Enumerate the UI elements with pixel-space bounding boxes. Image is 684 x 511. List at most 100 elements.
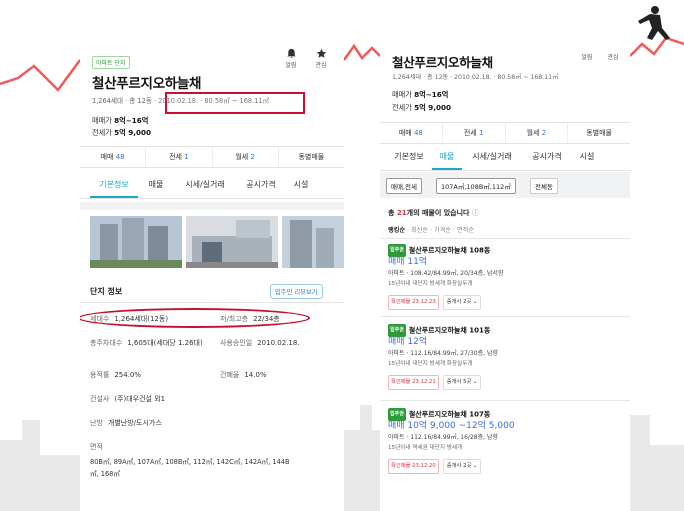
tab-jeonse[interactable]: 전세 1 (443, 123, 506, 143)
resident-review-button[interactable]: 입주민 리뷰보기 (270, 284, 323, 299)
deal-type-tabs: 매매 48 전세 1 월세 2 동별매물 (380, 122, 630, 144)
tab-facilities[interactable]: 시설 (286, 174, 316, 198)
bell-icon (286, 48, 296, 58)
tab-by-building-label: 동별매물 (298, 153, 325, 161)
listing-badge: 입주권 (388, 408, 406, 421)
total-prefix: 총 (388, 209, 397, 217)
filter-chip-building[interactable]: 전체동 (530, 178, 558, 194)
jeonse-price-label: 전세가 (92, 128, 112, 137)
highlight-ellipse (80, 308, 310, 328)
list-divider (380, 316, 630, 317)
listing-detail: 아파트 · 112.16/84.99㎡, 27/30층, 남향 (388, 350, 498, 357)
tab-jeonse-label: 전세 (169, 153, 182, 161)
tab-monthly-count: 2 (541, 129, 547, 137)
jeonse-price-line: 전세가 5억 9,000 (92, 128, 151, 138)
tab-sale[interactable]: 매매 48 (380, 123, 443, 143)
tab-monthly-label: 월세 (235, 153, 249, 161)
tab-sale[interactable]: 매매 48 (80, 147, 147, 167)
help-icon[interactable]: ⓘ (472, 209, 479, 217)
tab-listings[interactable]: 매물 (432, 146, 462, 170)
complex-title: 철산푸르지오하늘채 (392, 55, 493, 70)
listing-detail: 아파트 · 112.16/84.99㎡, 16/28층, 남향 (388, 434, 498, 441)
favorite-button[interactable]: 관심 (310, 48, 332, 69)
tab-facilities[interactable]: 시설 (572, 146, 602, 170)
info-row-area-label: 면적 (90, 442, 108, 452)
sort-options: 랭킹순 · 최신순 · 가격순 · 면적순 (388, 227, 475, 234)
sort-latest[interactable]: 최신순 (411, 227, 428, 234)
agent-dropdown[interactable]: 중개사 5곳 ⌄ (442, 375, 482, 390)
agent-dropdown[interactable]: 중개사 2곳 ⌄ (442, 459, 482, 474)
favorite-label: 관심 (607, 54, 619, 61)
parking-value: 1,605대(세대당 1.26대) (127, 339, 203, 347)
favorite-label: 관심 (315, 62, 327, 69)
tab-jeonse-count: 1 (478, 129, 484, 137)
tab-jeonse[interactable]: 전세 1 (146, 147, 213, 167)
listing-title: 입주권 철산푸르지오하늘채 101동 (388, 324, 498, 337)
info-row-heating: 난방 개별난방/도시가스 (90, 418, 162, 428)
listing-footer: 확인매물 23.12.20 중개사 2곳 ⌄ (388, 456, 515, 474)
tab-basic-info[interactable]: 기본정보 (386, 146, 432, 170)
tab-monthly[interactable]: 월세 2 (213, 147, 279, 167)
tab-jeonse-count: 1 (184, 153, 189, 161)
section-spacer (80, 202, 344, 210)
tab-price-trades[interactable]: 시세/실거래 (462, 146, 522, 170)
confirmed-badge: 확인매물 23.12.23 (388, 295, 439, 310)
filter-chip-deal-type[interactable]: 매매,전세 (386, 178, 422, 194)
list-item[interactable]: 입주권 철산푸르지오하늘채 107동 매매 10억 9,000 ~12억 5,00… (388, 408, 515, 474)
jeonse-price-value: 5억 9,000 (414, 103, 451, 112)
agent-dropdown[interactable]: 중개사 2곳 ⌄ (442, 295, 482, 310)
jeonse-price-line: 전세가 5억 9,000 (392, 103, 451, 113)
sale-price-value: 8억~16억 (114, 116, 149, 125)
listing-badge: 입주권 (388, 324, 406, 337)
tab-official-price[interactable]: 공시가격 (236, 174, 286, 198)
notify-button[interactable]: 알림 (280, 48, 302, 69)
builder-label: 건설사 (90, 395, 110, 403)
area-label: 면적 (90, 443, 103, 451)
sort-price[interactable]: 가격순 (434, 227, 451, 234)
tower-photo-icon (282, 216, 344, 268)
tab-official-price[interactable]: 공시가격 (522, 146, 572, 170)
approval-value: 2010.02.18. (257, 339, 300, 347)
info-row-approval: 사용승인일 2010.02.18. (220, 338, 300, 348)
listing-tags: 15년이내 대단지 방세개 화장실두개 (388, 361, 473, 367)
info-row-far: 용적률 254.0% (90, 370, 141, 380)
builder-value: (주)대우건설 외1 (114, 395, 166, 403)
tab-listings[interactable]: 매물 (138, 174, 174, 198)
tab-monthly[interactable]: 월세 2 (506, 123, 569, 143)
listing-name: 철산푸르지오하늘채 108동 (408, 246, 491, 255)
zigzag-line-left (0, 59, 82, 92)
list-item[interactable]: 입주권 철산푸르지오하늘채 101동 매매 12억 아파트 · 112.16/84… (388, 324, 498, 390)
notify-label: 알림 (285, 62, 297, 69)
complex-subtitle-units: 1,264세대 · 총 12동 · (92, 97, 159, 105)
listing-price: 매매 10억 9,000 ~12억 5,000 (388, 421, 515, 431)
apartment-complex-tag: 아파트 단지 (92, 56, 130, 69)
notify-label: 알림 (581, 54, 593, 61)
sort-area[interactable]: 면적순 (457, 227, 474, 234)
tab-jeonse-label: 전세 (463, 129, 477, 137)
highlight-rectangle (165, 92, 305, 114)
star-icon (316, 48, 326, 58)
info-row-bcr: 건폐율 14.0% (220, 370, 267, 380)
bcr-label: 건폐율 (220, 371, 240, 379)
tab-monthly-label: 월세 (526, 129, 540, 137)
far-value: 254.0% (114, 371, 142, 379)
listing-title: 입주권 철산푸르지오하늘채 107동 (388, 408, 515, 421)
tab-by-building[interactable]: 동별매물 (279, 147, 344, 167)
tab-by-building-label: 동별매물 (586, 129, 612, 137)
complex-photo-1[interactable] (90, 216, 182, 268)
list-item[interactable]: 입주권 철산푸르지오하늘채 108동 매매 11억 아파트 · 108.42/84… (388, 244, 503, 310)
filter-chip-area[interactable]: 107A㎡,108B㎡,112㎡ (436, 178, 516, 194)
far-label: 용적률 (90, 371, 110, 379)
sort-ranking[interactable]: 랭킹순 (388, 227, 405, 234)
area-values-line-1: 80B㎡, 89A㎡, 107A㎡, 108B㎡, 112㎡, 142C㎡, 1… (90, 458, 290, 466)
tab-by-building[interactable]: 동별매물 (568, 123, 630, 143)
zigzag-line-right (629, 36, 684, 57)
notify-button[interactable]: 알림 (576, 52, 598, 61)
complex-photo-3[interactable] (282, 216, 344, 268)
tab-basic-info[interactable]: 기본정보 (90, 174, 138, 198)
listing-price: 매매 11억 (388, 257, 428, 267)
favorite-button[interactable]: 관심 (602, 52, 624, 61)
listing-tags: 15년이내 역세권 대단지 방세개 (388, 445, 463, 451)
complex-photo-2[interactable] (186, 216, 278, 268)
tab-price-trades[interactable]: 시세/실거래 (174, 174, 236, 198)
